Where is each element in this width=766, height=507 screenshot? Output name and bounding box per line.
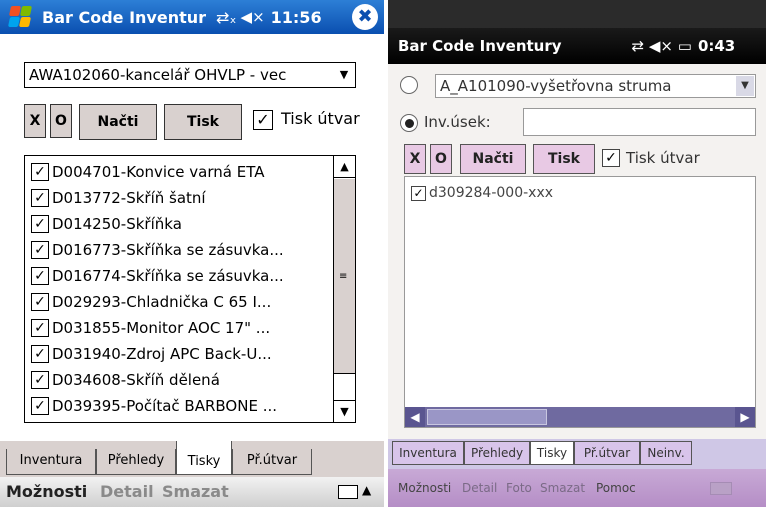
scroll-left-icon[interactable]: ◀: [405, 407, 425, 427]
check-icon[interactable]: ✓: [31, 241, 49, 259]
menu-detail[interactable]: Detail: [100, 482, 154, 501]
menu-pomoc[interactable]: Pomoc: [596, 481, 636, 495]
inv-usek-radio[interactable]: [400, 114, 418, 132]
chevron-up-icon[interactable]: ▲: [362, 483, 371, 497]
scroll-up-icon[interactable]: ▲: [334, 156, 355, 178]
check-icon[interactable]: ✓: [31, 293, 49, 311]
horizontal-scrollbar[interactable]: ◀ ▶: [405, 407, 755, 427]
tisk-utvar-label: Tisk útvar: [626, 149, 700, 167]
check-icon[interactable]: ✓: [31, 345, 49, 363]
nacti-button[interactable]: Načti: [460, 144, 526, 174]
tab-bar: Inventura Přehledy Tisky Př.útvar Neinv.: [388, 439, 766, 469]
app-title: Bar Code Inventury: [398, 37, 562, 55]
inventory-list[interactable]: ✓ D004701-Konvice varná ETA ✓ D013772-Skří…: [24, 155, 356, 423]
right-device-photo: Bar Code Inventury ⇄ ◀× ▭ 0:43 A_A101090…: [388, 0, 766, 507]
location-combobox[interactable]: AWA102060-kancelář OHVLP - vec ▼: [24, 62, 356, 88]
check-icon[interactable]: ✓: [31, 319, 49, 337]
tab-inventura[interactable]: Inventura: [392, 441, 464, 465]
x-button[interactable]: X: [24, 104, 46, 138]
vertical-scrollbar[interactable]: ▲ ≡ ▼: [333, 156, 355, 422]
tab-tisky[interactable]: Tisky: [530, 441, 574, 465]
inventory-list[interactable]: ✓ d309284-000-xxx ◀ ▶: [404, 176, 756, 428]
list-item[interactable]: ✓ D016774-Skříňka se zásuvka...: [31, 264, 331, 288]
inv-usek-label: Inv.úsek:: [424, 113, 491, 131]
tab-bar: Inventura Přehledy Tisky Př.útvar: [0, 441, 384, 477]
dropdown-arrow-icon[interactable]: ▼: [335, 65, 353, 85]
list-item[interactable]: ✓ D034608-Skříň dělená: [31, 368, 331, 392]
tab-prutvar[interactable]: Př.útvar: [232, 449, 312, 475]
grip-icon: ≡: [339, 271, 348, 282]
check-icon[interactable]: ✓: [411, 185, 426, 201]
nacti-button[interactable]: Načti: [79, 104, 157, 140]
title-bar: Bar Code Inventury ⇄ ◀× ▭ 0:43: [388, 28, 766, 64]
o-button[interactable]: O: [50, 104, 72, 138]
tab-inventura[interactable]: Inventura: [6, 449, 96, 475]
tab-prehledy[interactable]: Přehledy: [464, 441, 530, 465]
tisk-button[interactable]: Tisk: [533, 144, 595, 174]
list-item[interactable]: ✓ D004701-Konvice varná ETA: [31, 160, 331, 184]
tisk-button[interactable]: Tisk: [164, 104, 242, 140]
menu-smazat[interactable]: Smazat: [162, 482, 229, 501]
status-icons[interactable]: ⇄ ◀× ▭: [632, 37, 692, 55]
list-item[interactable]: ✓ d309284-000-xxx: [411, 185, 553, 201]
check-icon[interactable]: ✓: [31, 163, 49, 181]
list-item[interactable]: ✓ D014250-Skříňka: [31, 212, 331, 236]
keyboard-icon[interactable]: [338, 485, 358, 499]
list-item[interactable]: ✓ D039395-Počítač BARBONE ...: [31, 394, 331, 418]
list-item[interactable]: ✓ D031940-Zdroj APC Back-U...: [31, 342, 331, 366]
clock[interactable]: 11:56: [271, 8, 322, 27]
list-item[interactable]: ✓ D029293-Chladnička C 65 I...: [31, 290, 331, 314]
tisk-utvar-checkbox[interactable]: ✓: [253, 110, 273, 130]
check-icon[interactable]: ✓: [31, 397, 49, 415]
list-item[interactable]: ✓ D013772-Skříň šatní: [31, 186, 331, 210]
menu-moznosti[interactable]: Možnosti: [6, 482, 87, 501]
form-area: A_A101090-vyšetřovna struma ▼ Inv.úsek: …: [388, 64, 766, 439]
dropdown-arrow-icon[interactable]: ▼: [736, 76, 754, 96]
scroll-down-icon[interactable]: ▼: [334, 400, 355, 422]
tab-neinv[interactable]: Neinv.: [640, 441, 692, 465]
menu-bar: Možnosti Detail Smazat ▲: [0, 477, 384, 507]
volume-muted-icon[interactable]: ◀×: [241, 8, 265, 26]
location-combobox-value: A_A101090-vyšetřovna struma: [440, 77, 672, 95]
close-icon[interactable]: ✖: [352, 4, 378, 30]
tab-tisky[interactable]: Tisky: [176, 441, 232, 475]
menu-foto[interactable]: Foto: [506, 481, 532, 495]
tisk-utvar-label: Tisk útvar: [281, 109, 360, 128]
location-radio[interactable]: [400, 76, 418, 94]
menu-detail[interactable]: Detail: [462, 481, 497, 495]
clock[interactable]: 0:43: [698, 37, 735, 55]
menu-bar: Možnosti Detail Foto Smazat Pomoc: [388, 469, 766, 507]
menu-moznosti[interactable]: Možnosti: [398, 481, 451, 495]
location-combobox-value: AWA102060-kancelář OHVLP - vec: [29, 66, 287, 84]
tab-prehledy[interactable]: Přehledy: [96, 449, 176, 475]
scroll-right-icon[interactable]: ▶: [735, 407, 755, 427]
keyboard-icon[interactable]: [710, 482, 732, 495]
list-item[interactable]: ✓ D016773-Skříňka se zásuvka...: [31, 238, 331, 262]
check-icon[interactable]: ✓: [31, 189, 49, 207]
menu-smazat[interactable]: Smazat: [540, 481, 585, 495]
x-button[interactable]: X: [404, 144, 426, 174]
check-icon[interactable]: ✓: [31, 267, 49, 285]
app-title: Bar Code Inventur: [42, 7, 207, 27]
location-combobox[interactable]: A_A101090-vyšetřovna struma ▼: [435, 74, 756, 98]
list-item[interactable]: ✓ D031855-Monitor AOC 17" ...: [31, 316, 331, 340]
scroll-thumb[interactable]: ≡: [334, 179, 355, 374]
tisk-utvar-checkbox[interactable]: ✓: [602, 149, 620, 167]
title-bar: Bar Code Inventur ⇄ₓ ◀× 11:56 ✖: [0, 0, 384, 34]
check-icon[interactable]: ✓: [31, 371, 49, 389]
connectivity-icon[interactable]: ⇄ₓ: [216, 8, 237, 27]
left-device-screen: Bar Code Inventur ⇄ₓ ◀× 11:56 ✖ AWA10206…: [0, 0, 384, 507]
windows-start-icon[interactable]: [6, 3, 36, 31]
scroll-thumb[interactable]: [427, 409, 547, 425]
inv-usek-input[interactable]: [523, 108, 756, 136]
tab-prutvar[interactable]: Př.útvar: [574, 441, 640, 465]
o-button[interactable]: O: [430, 144, 452, 174]
check-icon[interactable]: ✓: [31, 215, 49, 233]
